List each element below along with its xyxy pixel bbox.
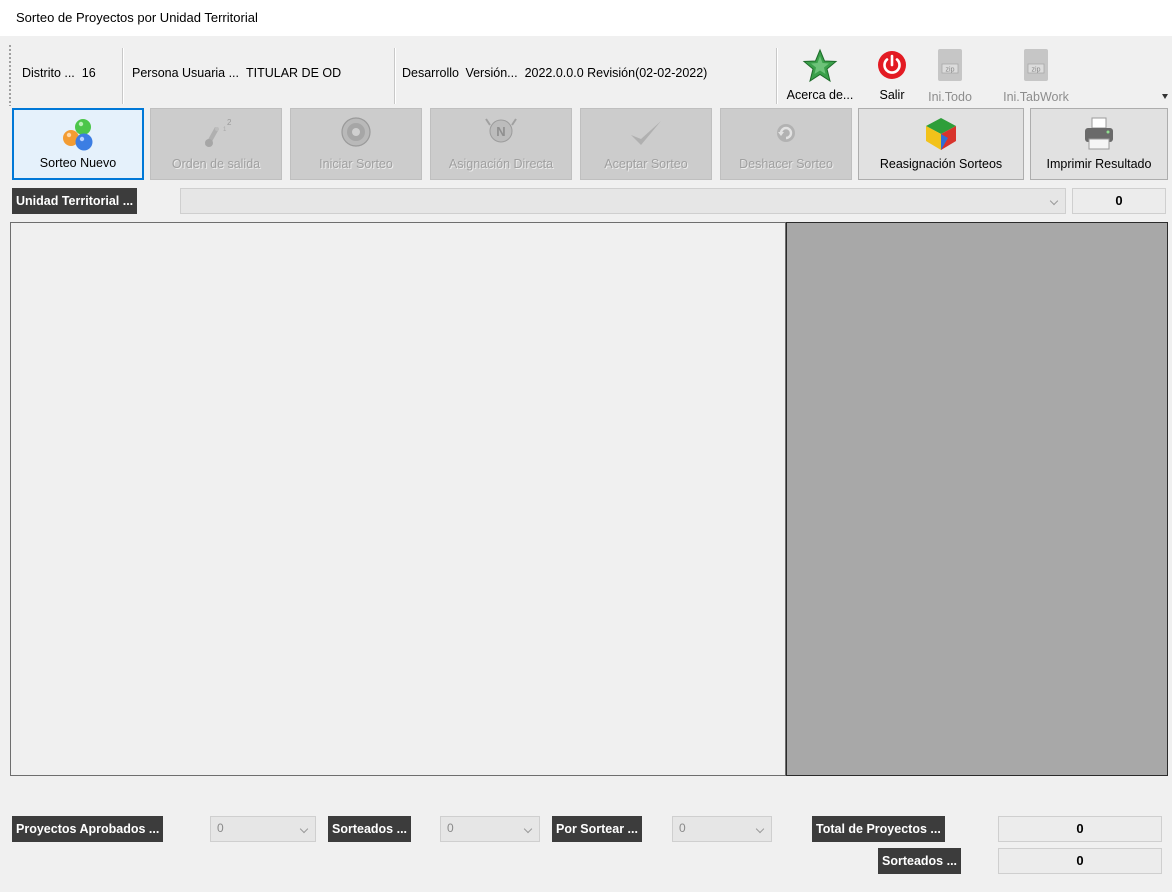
chevron-down-icon: [1049, 196, 1059, 206]
disc-icon: [341, 117, 371, 147]
proyectos-aprobados-select[interactable]: 0: [210, 816, 316, 842]
assign-icon: N: [485, 118, 517, 143]
asignacion-directa-button[interactable]: N Asignación Directa: [430, 108, 572, 180]
unidad-territorial-label: Unidad Territorial ...: [12, 188, 138, 214]
ini-tabwork-label: Ini.TabWork: [1003, 90, 1069, 104]
status-toolbar: Distrito ... 16 Persona Usuaria ... TITULA…: [8, 44, 1168, 106]
about-button[interactable]: Acerca de...: [786, 48, 854, 106]
order-icon: 2 1: [205, 118, 232, 147]
printer-icon: [1085, 117, 1113, 150]
window-title: Sorteo de Proyectos por Unidad Territori…: [16, 10, 258, 25]
sorteados-select[interactable]: 0: [440, 816, 540, 842]
svg-text:zip: zip: [946, 67, 955, 74]
persona-info: Persona Usuaria ... TITULAR DE OD: [132, 66, 341, 80]
distrito-info: Distrito ... 16: [22, 66, 96, 80]
distrito-label: Distrito ...: [22, 66, 75, 80]
svg-text:N: N: [496, 124, 505, 139]
exit-label: Salir: [879, 88, 905, 102]
svg-text:2: 2: [227, 118, 232, 127]
deshacer-sorteo-label: Deshacer Sorteo: [739, 157, 833, 171]
iniciar-sorteo-button[interactable]: Iniciar Sorteo: [290, 108, 422, 180]
undo-icon: [777, 124, 795, 142]
proyectos-aprobados-value: 0: [217, 821, 224, 835]
zip-icon: zip: [938, 49, 962, 81]
persona-label: Persona Usuaria ...: [132, 66, 239, 80]
svg-text:zip: zip: [1032, 67, 1041, 74]
chevron-down-icon: [755, 824, 765, 834]
imprimir-resultado-button[interactable]: Imprimir Resultado: [1030, 108, 1168, 180]
total-proyectos-label: Total de Proyectos ...: [812, 816, 945, 842]
unidad-territorial-count: 0: [1072, 188, 1166, 214]
proyectos-aprobados-label: Proyectos Aprobados ...: [12, 816, 164, 842]
ini-todo-label: Ini.Todo: [928, 90, 972, 104]
sorteados-label: Sorteados ...: [328, 816, 412, 842]
distrito-value: 16: [81, 66, 96, 80]
toolbar-grip[interactable]: [8, 44, 12, 106]
environment-label: Desarrollo: [402, 66, 459, 80]
main-window: Distrito ... 16 Persona Usuaria ... TITULA…: [0, 36, 1172, 892]
svg-text:1: 1: [223, 127, 227, 133]
ini-todo-button[interactable]: zip Ini.Todo: [920, 48, 980, 106]
imprimir-resultado-label: Imprimir Resultado: [1046, 157, 1152, 171]
exit-button[interactable]: Salir: [872, 48, 912, 106]
power-icon: [878, 51, 906, 79]
chevron-down-icon: [523, 824, 533, 834]
iniciar-sorteo-label: Iniciar Sorteo: [319, 157, 393, 171]
reasignacion-sorteos-button[interactable]: Reasignación Sorteos: [858, 108, 1024, 180]
aceptar-sorteo-button[interactable]: Aceptar Sorteo: [580, 108, 712, 180]
aceptar-sorteo-label: Aceptar Sorteo: [604, 157, 688, 171]
total-sorteados-label: Sorteados ...: [878, 848, 962, 874]
about-label: Acerca de...: [786, 88, 854, 102]
detail-panel[interactable]: [786, 222, 1168, 776]
window-titlebar: Sorteo de Proyectos por Unidad Territori…: [0, 0, 1172, 36]
por-sortear-select[interactable]: 0: [672, 816, 772, 842]
total-sorteados-value: 0: [998, 848, 1162, 874]
version-value: 2022.0.0.0 Revisión(02-02-2022): [524, 66, 708, 80]
sorteo-nuevo-button[interactable]: Sorteo Nuevo: [12, 108, 144, 180]
persona-value: TITULAR DE OD: [246, 66, 342, 80]
por-sortear-value: 0: [679, 821, 686, 835]
star-icon: [802, 48, 838, 83]
colorful-cube-icon: [926, 118, 956, 150]
orden-salida-label: Orden de salida: [171, 157, 261, 171]
version-label: Versión...: [465, 66, 518, 80]
version-info: Desarrollo Versión... 2022.0.0.0 Revisión…: [402, 66, 707, 80]
reasignacion-sorteos-label: Reasignación Sorteos: [879, 157, 1003, 171]
asignacion-directa-label: Asignación Directa: [448, 157, 554, 171]
sorteados-value: 0: [447, 821, 454, 835]
deshacer-sorteo-button[interactable]: Deshacer Sorteo: [720, 108, 852, 180]
ini-tabwork-button[interactable]: zip Ini.TabWork: [994, 48, 1078, 106]
por-sortear-label: Por Sortear ...: [552, 816, 642, 842]
orden-salida-button[interactable]: 2 1 Orden de salida: [150, 108, 282, 180]
unidad-territorial-select[interactable]: [180, 188, 1066, 214]
chevron-down-icon: [299, 824, 309, 834]
toolbar-overflow-icon[interactable]: [1162, 94, 1168, 99]
sorteo-nuevo-label: Sorteo Nuevo: [39, 156, 117, 170]
project-list-panel[interactable]: [10, 222, 786, 776]
check-icon: [631, 121, 661, 145]
zip-icon: zip: [1024, 49, 1048, 81]
total-proyectos-value: 0: [998, 816, 1162, 842]
balls-icon: [63, 119, 93, 151]
